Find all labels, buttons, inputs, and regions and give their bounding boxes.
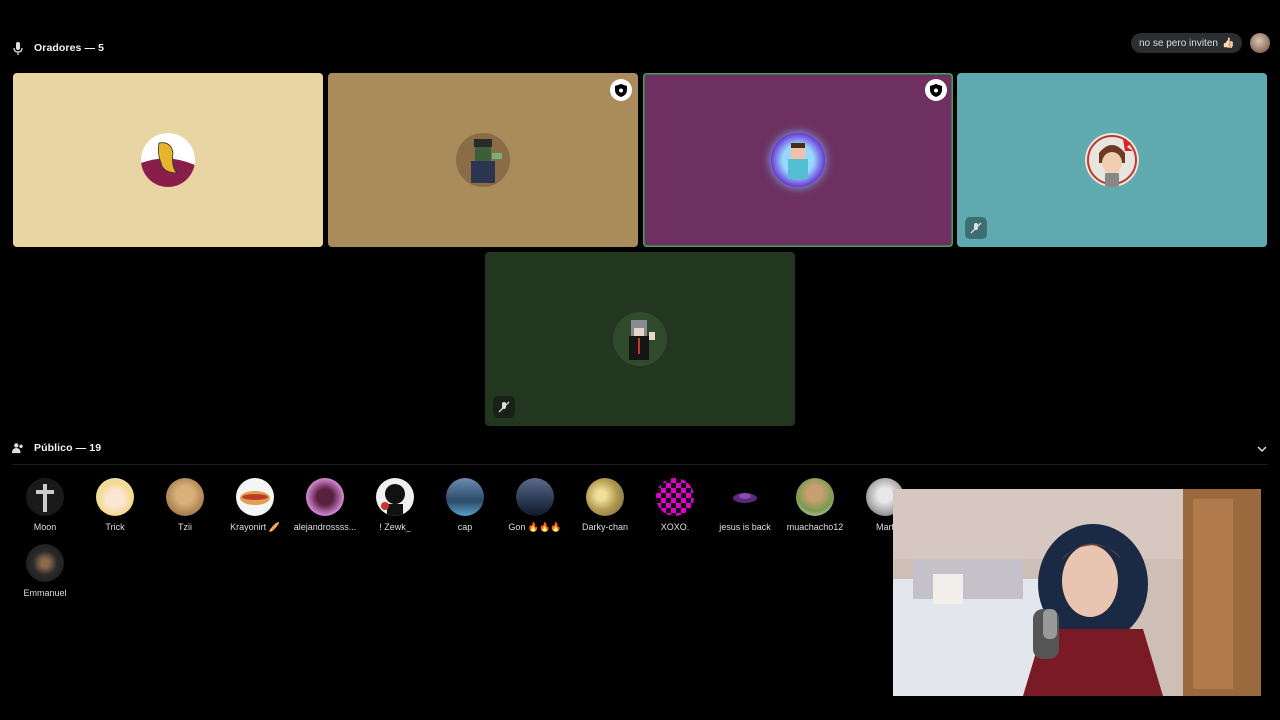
- speaker-tile[interactable]: [485, 252, 795, 426]
- member-avatar: [516, 478, 554, 516]
- audience-member[interactable]: XOXO.: [640, 478, 710, 532]
- chevron-down-icon[interactable]: [1256, 442, 1268, 454]
- speaker-avatar: [141, 133, 195, 187]
- member-avatar: [446, 478, 484, 516]
- member-avatar: [26, 544, 64, 582]
- member-name: Emmanuel: [23, 588, 67, 598]
- member-avatar: [236, 478, 274, 516]
- moderator-shield-icon: [925, 79, 947, 101]
- member-avatar: [796, 478, 834, 516]
- member-avatar: [656, 478, 694, 516]
- member-name: XOXO.: [660, 522, 690, 532]
- audience-member[interactable]: Krayonirt 🥖: [220, 478, 290, 533]
- audience-member[interactable]: Trick: [80, 478, 150, 532]
- member-avatar: [26, 478, 64, 516]
- speaker-avatar: [613, 312, 667, 366]
- member-name: Tzii: [178, 522, 192, 532]
- speaker-tile[interactable]: [957, 73, 1267, 247]
- muted-mic-icon: [965, 217, 987, 239]
- speaker-avatar: [1085, 133, 1139, 187]
- audience-title: Público — 19: [34, 442, 102, 454]
- audience-member[interactable]: ! Zewk_: [360, 478, 430, 532]
- member-name: cap: [457, 522, 473, 532]
- member-name: Krayonirt 🥖: [230, 522, 280, 532]
- speaker-tile[interactable]: [643, 73, 953, 247]
- audience-header[interactable]: Público — 19: [12, 440, 1268, 456]
- member-avatar: [726, 478, 764, 516]
- muted-mic-icon: [493, 396, 515, 418]
- member-avatar: [306, 478, 344, 516]
- speakers-title: Oradores — 5: [34, 42, 105, 54]
- moderator-shield-icon: [610, 79, 632, 101]
- member-name: jesus is back: [719, 522, 771, 532]
- member-avatar: [376, 478, 414, 516]
- member-name: muachacho12: [786, 522, 844, 532]
- custom-status[interactable]: no se pero inviten 👍🏻: [1131, 33, 1243, 53]
- audience-member[interactable]: alejandrossss...: [290, 478, 360, 532]
- member-name: Trick: [105, 522, 125, 532]
- user-avatar[interactable]: [1250, 33, 1270, 53]
- member-name: Mart: [876, 522, 894, 532]
- member-avatar: [586, 478, 624, 516]
- audience-member[interactable]: Emmanuel: [10, 544, 80, 598]
- member-avatar: [166, 478, 204, 516]
- audience-icon: [12, 441, 24, 455]
- audience-member[interactable]: cap: [430, 478, 500, 532]
- member-name: Darky-chan: [581, 522, 628, 532]
- member-name: Moon: [33, 522, 57, 532]
- webcam-overlay: [893, 489, 1261, 696]
- speaker-avatar: [456, 133, 510, 187]
- audience-member[interactable]: Moon: [10, 478, 80, 532]
- speakers-header: Oradores — 5: [12, 40, 104, 56]
- member-name: ! Zewk_: [379, 522, 411, 532]
- audience-member[interactable]: Gon 🔥🔥🔥: [500, 478, 570, 533]
- status-text: no se pero inviten: [1139, 37, 1218, 49]
- audience-member[interactable]: Tzii: [150, 478, 220, 532]
- member-name: alejandrossss...: [293, 522, 357, 532]
- audience-member[interactable]: muachacho12: [780, 478, 850, 532]
- speaker-tile[interactable]: [328, 73, 638, 247]
- member-name: Gon 🔥🔥🔥: [508, 522, 562, 532]
- divider: [12, 464, 1268, 465]
- status-emoji: 👍🏻: [1221, 37, 1235, 49]
- audience-member[interactable]: Darky-chan: [570, 478, 640, 532]
- microphone-icon: [12, 41, 24, 55]
- member-avatar: [96, 478, 134, 516]
- audience-member[interactable]: jesus is back: [710, 478, 780, 532]
- speaker-avatar: [771, 133, 825, 187]
- speaker-tile[interactable]: [13, 73, 323, 247]
